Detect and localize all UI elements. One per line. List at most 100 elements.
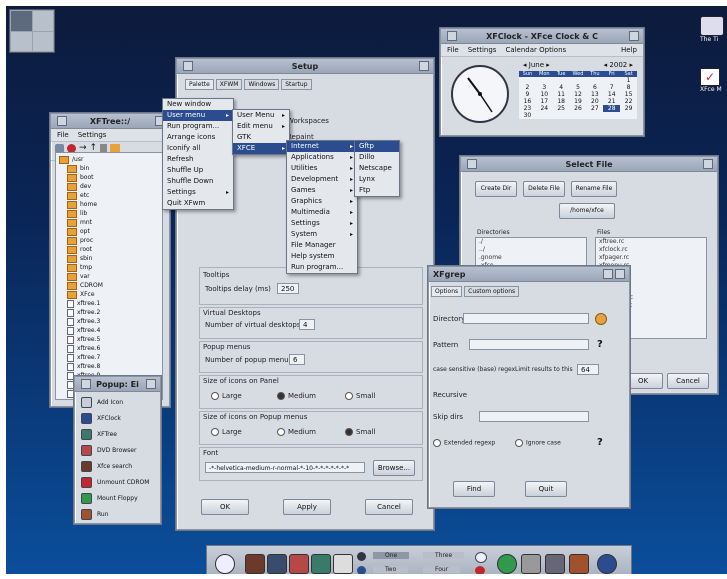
radio-large[interactable] [211,428,219,436]
tree-file-row[interactable]: xftree.6 [59,344,159,353]
menu-help[interactable]: Help [621,46,637,54]
document-icon[interactable] [333,554,353,574]
folder-icon[interactable] [110,144,121,152]
calendar-date[interactable]: 26 [570,105,587,112]
popup-titlebar[interactable]: Popup: Ei [75,377,160,392]
iconify-button[interactable] [603,269,613,279]
num-desktops-field[interactable]: 4 [299,319,315,330]
desk-two-button[interactable]: Two [373,566,409,573]
tree-folder-row[interactable]: tmp [59,263,159,272]
setup-titlebar[interactable]: Setup [177,59,433,74]
menu-item[interactable]: Settings ▸ [287,218,357,229]
xftree-titlebar[interactable]: XFTree::/ [51,114,169,129]
power-icon[interactable] [475,566,485,574]
delete-file-button[interactable]: Delete File [523,181,565,197]
popup-item[interactable]: DVD Browser [75,442,160,458]
menu-settings[interactable]: Settings [468,46,497,54]
menu-item[interactable]: Graphics ▸ [287,196,357,207]
calendar-date[interactable]: 8 [620,84,637,91]
num-popups-field[interactable]: 6 [289,354,305,365]
menu-item[interactable]: User menu ▸ [163,110,233,121]
browse-button[interactable]: Browse... [373,460,415,476]
tab-custom-options[interactable]: Custom options [464,286,520,297]
menu-item[interactable]: Netscape [355,163,399,174]
tree-folder-row[interactable]: sbin [59,254,159,263]
menu-item[interactable]: Games ▸ [287,185,357,196]
close-button[interactable] [615,269,625,279]
tree-file-row[interactable]: xftree.1 [59,299,159,308]
menu-item[interactable]: Multimedia ▸ [287,207,357,218]
tree-folder-row[interactable]: root [59,245,159,254]
panel-opt-large[interactable]: Large [211,392,242,400]
menu-item[interactable]: XFCE ▸ [233,143,289,154]
calendar-date[interactable]: 15 [620,91,637,98]
calendar-date[interactable]: 4 [553,84,570,91]
quit-button[interactable]: Quit [525,481,567,497]
menu-item[interactable]: Ftp [355,185,399,196]
tooltips-delay-field[interactable]: 250 [277,283,299,294]
calendar-date[interactable]: 28 [603,105,621,112]
xfclock-titlebar[interactable]: XFClock - XFce Clock & C [441,29,643,44]
clock-icon[interactable] [215,554,235,574]
tree-folder-row[interactable]: bin [59,164,159,173]
menu-item[interactable]: Applications ▸ [287,152,357,163]
tree-file-row[interactable]: xftree.7 [59,353,159,362]
tree-folder-row[interactable]: dev [59,182,159,191]
popup-item[interactable]: Unmount CDROM [75,474,160,490]
radio-large[interactable] [211,392,219,400]
xftree-file-list[interactable]: /usr bin boot dev etc home lib mnt opt proc root sb… [55,152,163,400]
pager-desk-4[interactable] [32,31,53,51]
select-cancel-button[interactable]: Cancel [667,373,709,389]
file-item[interactable]: xfclock.rc [596,246,706,254]
font-field[interactable]: -*-helvetica-medium-r-normal-*-10-*-*-*-… [205,462,365,473]
create-dir-button[interactable]: Create Dir [475,181,517,197]
menu-item[interactable]: New window [163,99,233,110]
desk-one-button[interactable]: One [373,552,410,559]
menu-calendar-options[interactable]: Calendar Options [505,46,566,54]
chevron-right-icon[interactable]: ▸ [627,61,633,69]
directory-item[interactable]: .gnome [476,254,586,262]
tree-file-row[interactable]: xftree.8 [59,362,159,371]
menu-item[interactable]: Run program... [163,121,233,132]
menu-item[interactable]: Development ▸ [287,174,357,185]
pager-desk-2[interactable] [32,11,53,31]
panel-opt-medium[interactable]: Medium [277,392,316,400]
extended-radio[interactable] [433,439,441,447]
calendar-date[interactable] [553,77,570,84]
year-selector[interactable]: ◂ 2002 ▸ [604,61,633,69]
close-button[interactable] [419,61,429,71]
popup-item[interactable]: XFClock [75,410,160,426]
user-icon[interactable] [357,552,366,561]
help-icon-2[interactable]: ? [597,437,603,448]
calendar-date[interactable]: 13 [586,91,603,98]
directory-field[interactable] [463,313,589,324]
menu-settings[interactable]: Settings [78,131,107,139]
menu-item[interactable]: Arrange icons [163,132,233,143]
calendar-date[interactable]: 22 [620,98,637,105]
calendar-date[interactable]: 6 [586,84,603,91]
book-icon[interactable] [245,554,265,574]
menu-item[interactable]: File Manager [287,240,357,251]
tree-folder-row[interactable]: CDROM [59,281,159,290]
popup-item[interactable]: Xfce search [75,458,160,474]
calendar-date[interactable]: 2 [519,84,536,91]
menu-item[interactable]: System ▸ [287,229,357,240]
ignore-radio[interactable] [515,439,523,447]
tree-file-row[interactable]: xftree.4 [59,326,159,335]
directory-item[interactable]: ./ [476,238,586,246]
menu-file[interactable]: File [57,131,69,139]
tree-folder-row[interactable]: home [59,200,159,209]
close-button[interactable] [629,31,639,41]
pattern-field[interactable] [469,339,589,350]
calendar-date[interactable]: 10 [536,91,553,98]
menu-item[interactable]: Utilities ▸ [287,163,357,174]
calendar-date[interactable]: 20 [586,98,603,105]
paint-icon[interactable] [289,554,309,574]
menu-item[interactable]: Settings ▸ [163,187,233,198]
calendar-date[interactable]: 24 [536,105,553,112]
menu-item[interactable]: Shuffle Down [163,176,233,187]
calendar-date[interactable]: 16 [519,98,536,105]
tab-xfwm[interactable]: XFWM [215,79,243,90]
tree-folder-row[interactable]: mnt [59,218,159,227]
calendar-date[interactable]: 21 [603,98,620,105]
